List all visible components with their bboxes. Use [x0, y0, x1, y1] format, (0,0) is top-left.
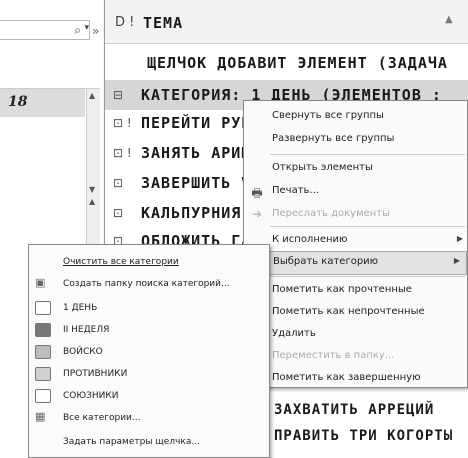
list-bottom-rows: ЗАХВАТИТЬ АРРЕЦИЙ ПРАВИТЬ ТРИ КОГОРТЫ: [270, 388, 468, 458]
menu-item-mark-unread[interactable]: ✉ Пометить как непрочтенные: [244, 301, 468, 325]
collapse-icon[interactable]: ⊟: [113, 88, 123, 102]
task-icon: ⊡: [113, 206, 124, 220]
scroll-up-icon[interactable]: ▲: [89, 91, 95, 100]
row-text[interactable]: ЗАХВАТИТЬ АРРЕЦИЙ: [274, 402, 434, 418]
forward-icon: ➜: [251, 207, 263, 221]
task-icon: ⊡ !: [113, 116, 132, 130]
header-icons: D !: [115, 15, 135, 30]
row-text: ЩЕЛЧОК ДОБАВИТ ЭЛЕМЕНТ (ЗАДАЧА: [147, 54, 448, 72]
menu-item-create-category-search-folder[interactable]: ▣ Создать папку поиска категорий...: [29, 273, 271, 295]
menu-item-move-to-folder[interactable]: ▤ Переместить в папку...: [244, 345, 468, 369]
category-color-swatch: [35, 345, 51, 359]
category-color-swatch: [35, 389, 51, 403]
menu-item-set-quick-click[interactable]: Задать параметры щелчка...: [29, 431, 271, 453]
calendar-scrollbar[interactable]: ▲ ▼ ▲: [86, 89, 100, 249]
calendar-day-header[interactable]: 18: [0, 89, 85, 117]
category-item-army[interactable]: ВОЙСКО: [29, 341, 271, 363]
close-icon[interactable]: »: [92, 24, 99, 38]
menu-item-clear-all-categories[interactable]: Очистить все категории: [29, 251, 271, 273]
search-icon[interactable]: ⌕: [74, 23, 81, 38]
scroll-down-icon[interactable]: ▼: [89, 185, 95, 194]
submenu-arrow-icon: ▶: [456, 234, 463, 243]
category-item-allies[interactable]: СОЮЗНИКИ: [29, 385, 271, 407]
search-input[interactable]: ⌕ ▾: [0, 20, 90, 40]
row-text: ЗАНЯТЬ АРИМ: [141, 144, 252, 162]
task-icon: ⊡ !: [113, 146, 132, 160]
category-color-swatch: [35, 301, 51, 315]
category-item-enemies[interactable]: ПРОТИВНИКИ: [29, 363, 271, 385]
printer-icon: 🖶: [251, 186, 263, 200]
category-submenu: Очистить все категории ▣ Создать папку п…: [28, 244, 270, 458]
context-menu: Свернуть все группы Развернуть все групп…: [243, 100, 468, 388]
calendar-day-number: 18: [8, 94, 28, 110]
categories-icon: ▦: [35, 410, 46, 423]
menu-item-all-categories[interactable]: ▦ Все категории...: [29, 407, 271, 429]
column-header-theme[interactable]: ТЕМА: [143, 14, 183, 32]
menu-separator: [270, 276, 465, 277]
category-color-swatch: [35, 367, 51, 381]
row-text[interactable]: ПРАВИТЬ ТРИ КОГОРТЫ: [274, 428, 453, 444]
menu-item-collapse-all[interactable]: Свернуть все группы: [244, 105, 468, 129]
menu-item-forward-documents[interactable]: ➜ Переслать документы: [244, 203, 468, 227]
scroll-up-icon[interactable]: ▲: [89, 197, 95, 206]
menu-item-mark-read[interactable]: ✉ Пометить как прочтенные: [244, 279, 468, 303]
search-folder-icon: ▣: [35, 276, 46, 289]
add-item-row[interactable]: ЩЕЛЧОК ДОБАВИТ ЭЛЕМЕНТ (ЗАДАЧА: [105, 48, 468, 78]
menu-item-expand-all[interactable]: Развернуть все группы: [244, 128, 468, 152]
menu-item-delete[interactable]: ✕ Удалить: [244, 323, 468, 347]
scroll-up-icon[interactable]: ▲: [445, 14, 453, 25]
category-color-swatch: [35, 323, 51, 337]
menu-separator: [270, 154, 465, 155]
row-text: ПЕРЕЙТИ РУБ: [141, 114, 252, 132]
menu-item-print[interactable]: 🖶 Печать...: [244, 180, 468, 204]
submenu-arrow-icon: ▶: [453, 256, 460, 265]
menu-item-categorize[interactable]: Выбрать категорию ▶: [245, 251, 467, 275]
category-item-1-day[interactable]: 1 ДЕНЬ: [29, 297, 271, 319]
menu-item-mark-complete[interactable]: ☑ Пометить как завершенную: [244, 367, 468, 391]
menu-item-follow-up[interactable]: К исполнению ▶: [244, 229, 468, 253]
list-header: D ! ТЕМА ▲: [105, 0, 468, 44]
task-icon: ⊡: [113, 176, 124, 190]
chevron-down-icon[interactable]: ▾: [84, 23, 89, 33]
calendar-panel: 18 ▲ ▼ ▲: [0, 88, 100, 249]
category-item-2-week[interactable]: II НЕДЕЛЯ: [29, 319, 271, 341]
menu-item-open-items[interactable]: Открыть элементы: [244, 157, 468, 181]
menu-separator: [270, 226, 465, 227]
